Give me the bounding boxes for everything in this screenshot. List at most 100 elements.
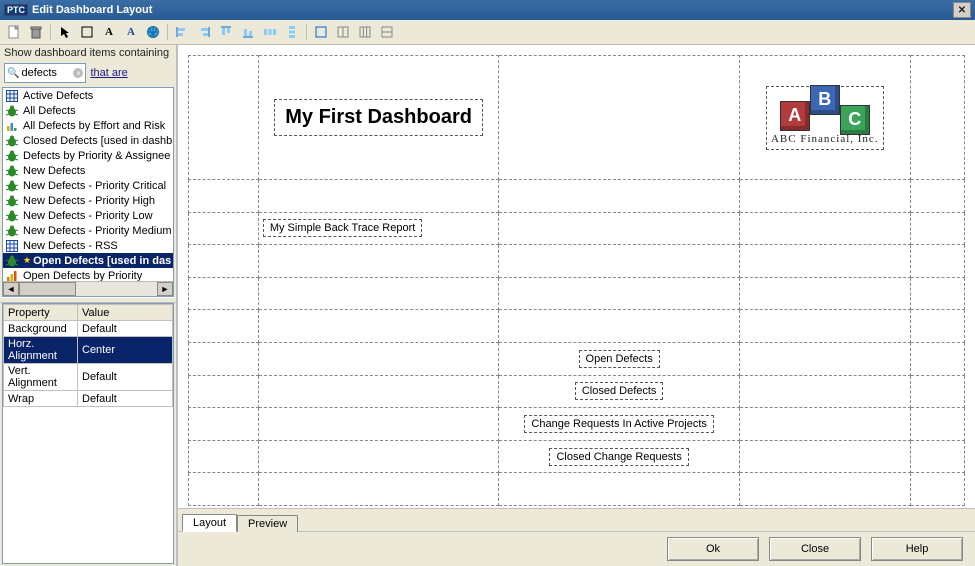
logo-cubes-icon: ABC <box>780 91 870 121</box>
bug-icon <box>5 224 19 238</box>
list-item[interactable]: All Defects by Effort and Risk <box>3 118 173 133</box>
bug-icon <box>5 194 19 208</box>
list-item-label: New Defects - Priority Low <box>23 210 153 222</box>
property-row[interactable]: WrapDefault <box>4 391 173 407</box>
list-item[interactable]: New Defects <box>3 163 173 178</box>
property-row[interactable]: Horz. AlignmentCenter <box>4 337 173 364</box>
list-item[interactable]: All Defects <box>3 103 173 118</box>
filter-label: Show dashboard items containing <box>0 45 176 61</box>
list-item-label: All Defects <box>23 105 76 117</box>
bug-icon <box>5 104 19 118</box>
list-item[interactable]: New Defects - Priority High <box>3 193 173 208</box>
layout-canvas[interactable]: My First Dashboard ABC ABC Financial, In… <box>178 45 975 508</box>
list-item[interactable]: Closed Defects [used in dashb <box>3 133 173 148</box>
property-value[interactable]: Center <box>78 337 173 364</box>
help-button[interactable]: Help <box>871 537 963 561</box>
property-row[interactable]: Vert. AlignmentDefault <box>4 364 173 391</box>
toolbar: A A <box>0 20 975 45</box>
panel-icon[interactable] <box>77 22 97 42</box>
prop-header-property[interactable]: Property <box>4 305 78 321</box>
list-h-scrollbar[interactable]: ◄ ► <box>3 281 173 296</box>
column-triple-icon[interactable] <box>355 22 375 42</box>
tab-layout[interactable]: Layout <box>182 514 237 532</box>
link-change-requests[interactable]: Change Requests In Active Projects <box>524 415 713 433</box>
tab-preview[interactable]: Preview <box>237 515 298 532</box>
scroll-left-icon[interactable]: ◄ <box>3 282 19 296</box>
list-item-label: Open Defects [used in das <box>33 255 171 267</box>
grid-icon <box>5 239 19 253</box>
filter-row: 🔍 × that are <box>0 61 176 87</box>
link-closed-change-requests[interactable]: Closed Change Requests <box>549 448 688 466</box>
list-item[interactable]: Defects by Priority & Assignee <box>3 148 173 163</box>
bug-icon <box>5 134 19 148</box>
column-double-icon[interactable] <box>333 22 353 42</box>
favorite-star-icon: ★ <box>23 255 31 266</box>
list-item[interactable]: New Defects - Priority Medium <box>3 223 173 238</box>
right-panel: My First Dashboard ABC ABC Financial, In… <box>178 45 975 566</box>
scroll-thumb[interactable] <box>19 282 76 296</box>
bug-icon <box>5 179 19 193</box>
list-item-label: New Defects - Priority Medium <box>23 225 172 237</box>
align-top-icon[interactable] <box>216 22 236 42</box>
window-title: Edit Dashboard Layout <box>32 4 152 16</box>
link-closed-defects[interactable]: Closed Defects <box>575 382 664 400</box>
app-badge: PTC <box>4 4 28 16</box>
left-panel: Show dashboard items containing 🔍 × that… <box>0 45 178 566</box>
property-name: Background <box>4 321 78 337</box>
close-button[interactable]: Close <box>769 537 861 561</box>
list-item-label: Defects by Priority & Assignee <box>23 150 170 162</box>
titlebar: PTC Edit Dashboard Layout ✕ <box>0 0 975 20</box>
tab-bar: Layout Preview <box>178 508 975 531</box>
property-row[interactable]: BackgroundDefault <box>4 321 173 337</box>
globe-icon[interactable] <box>143 22 163 42</box>
link-open-defects[interactable]: Open Defects <box>579 350 660 368</box>
list-item-label: New Defects - Priority Critical <box>23 180 166 192</box>
font-tool-icon[interactable]: A <box>121 22 141 42</box>
list-item-label: New Defects - Priority High <box>23 195 155 207</box>
ok-button[interactable]: Ok <box>667 537 759 561</box>
bug-icon <box>5 164 19 178</box>
distribute-h-icon[interactable] <box>260 22 280 42</box>
align-bottom-icon[interactable] <box>238 22 258 42</box>
layout-grid[interactable]: My First Dashboard ABC ABC Financial, In… <box>188 55 965 506</box>
property-value[interactable]: Default <box>78 321 173 337</box>
search-input-wrap[interactable]: 🔍 × <box>4 63 86 83</box>
clear-search-icon[interactable]: × <box>73 68 83 78</box>
dashboard-items-list[interactable]: Active Defects All DefectsAll Defects by … <box>2 87 174 297</box>
pointer-icon[interactable] <box>55 22 75 42</box>
list-item[interactable]: New Defects - RSS <box>3 238 173 253</box>
window: PTC Edit Dashboard Layout ✕ A A Show das… <box>0 0 975 566</box>
chart-icon <box>5 119 19 133</box>
align-right-icon[interactable] <box>194 22 214 42</box>
align-left-icon[interactable] <box>172 22 192 42</box>
text-icon[interactable]: A <box>99 22 119 42</box>
list-item[interactable]: ★Open Defects [used in das <box>3 253 173 268</box>
search-icon: 🔍 <box>7 68 19 79</box>
logo-cell[interactable]: ABC ABC Financial, Inc. <box>766 86 884 150</box>
delete-icon[interactable] <box>26 22 46 42</box>
list-item-label: New Defects - RSS <box>23 240 118 252</box>
bug-icon <box>5 149 19 163</box>
list-item-label: Open Defects by Priority <box>23 270 142 282</box>
list-item[interactable]: Active Defects <box>3 88 173 103</box>
list-item[interactable]: New Defects - Priority Low <box>3 208 173 223</box>
property-name: Wrap <box>4 391 78 407</box>
report-cell[interactable]: My Simple Back Trace Report <box>263 219 423 237</box>
dashboard-title-cell[interactable]: My First Dashboard <box>274 99 483 136</box>
prop-header-value[interactable]: Value <box>78 305 173 321</box>
property-grid[interactable]: Property Value BackgroundDefaultHorz. Al… <box>2 303 174 564</box>
filter-that-are-link[interactable]: that are <box>90 67 127 79</box>
list-item[interactable]: New Defects - Priority Critical <box>3 178 173 193</box>
scroll-right-icon[interactable]: ► <box>157 282 173 296</box>
search-input[interactable] <box>21 67 71 79</box>
new-icon[interactable] <box>4 22 24 42</box>
list-item-label: Active Defects <box>23 90 93 102</box>
property-value[interactable]: Default <box>78 391 173 407</box>
distribute-v-icon[interactable] <box>282 22 302 42</box>
column-single-icon[interactable] <box>311 22 331 42</box>
row-layout-icon[interactable] <box>377 22 397 42</box>
window-close-button[interactable]: ✕ <box>953 2 971 18</box>
property-value[interactable]: Default <box>78 364 173 391</box>
list-item-label: New Defects <box>23 165 85 177</box>
list-item-label: Closed Defects [used in dashb <box>23 135 172 147</box>
